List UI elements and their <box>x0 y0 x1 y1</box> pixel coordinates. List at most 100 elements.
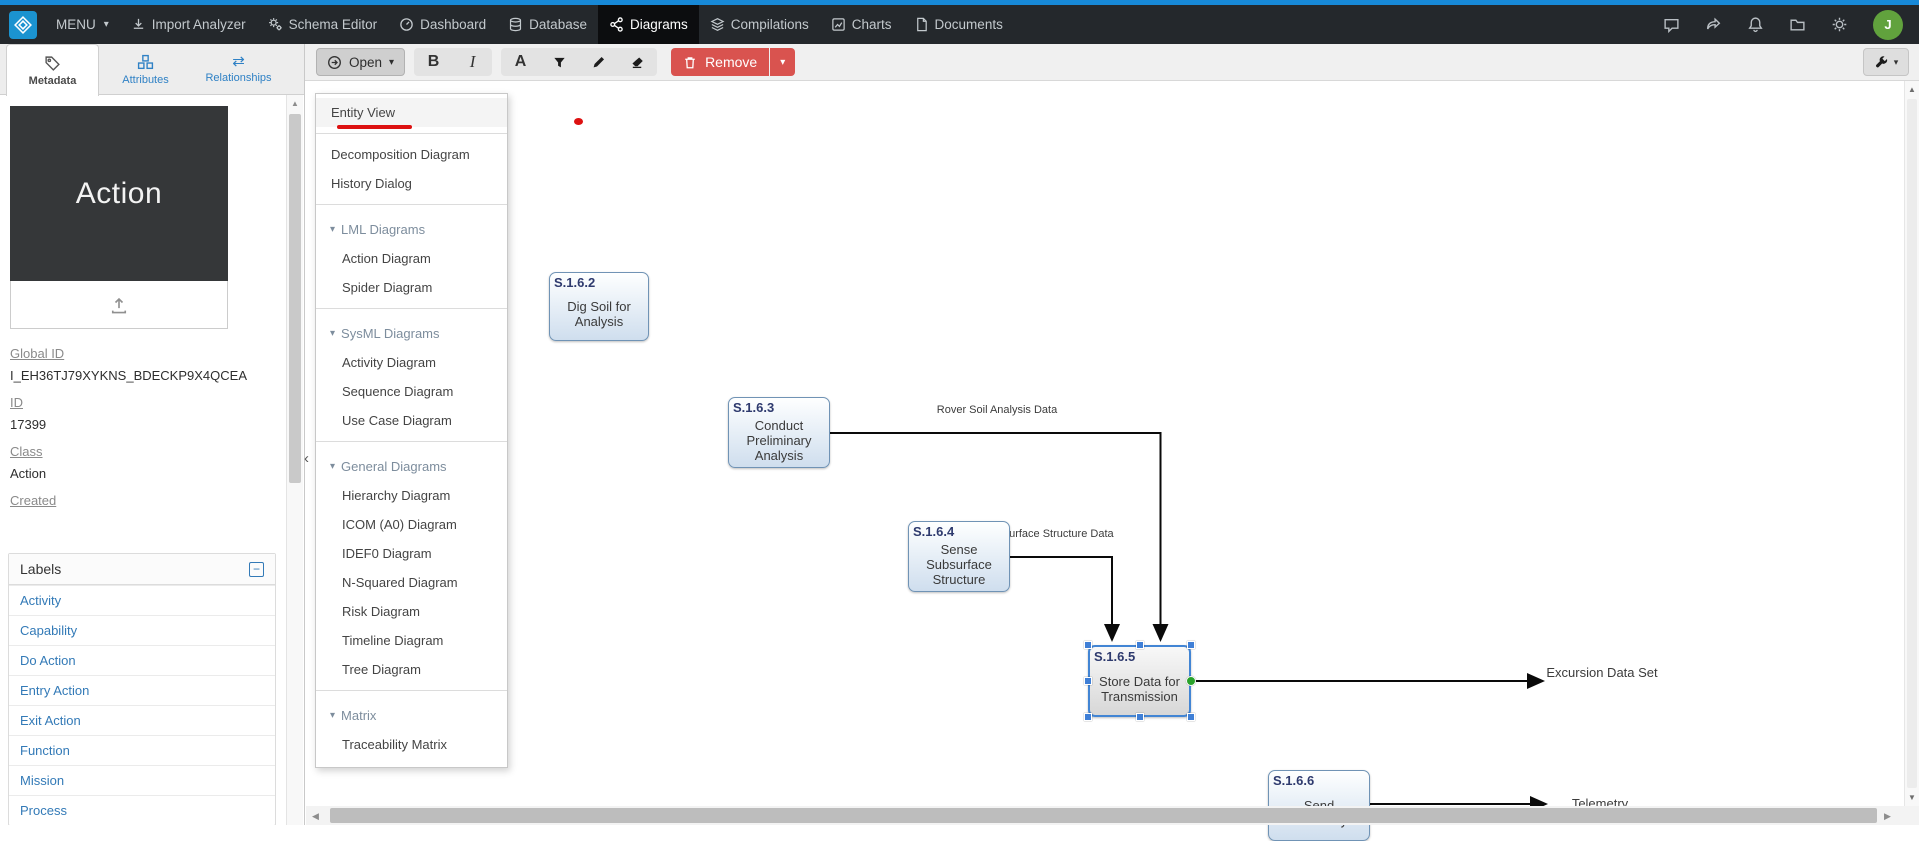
label-item-mission[interactable]: Mission <box>9 765 275 795</box>
sidebar-tabstrip: Metadata Attributes ⇄ Relationships <box>0 44 304 95</box>
scroll-right-icon[interactable]: ▶ <box>1884 811 1891 822</box>
menu-item-hierarchy-diagram[interactable]: Hierarchy Diagram <box>316 481 507 510</box>
bell-icon[interactable] <box>1747 16 1764 33</box>
resize-handle[interactable] <box>1084 713 1092 721</box>
erase-button[interactable] <box>618 48 657 76</box>
menu-item-use-case-diagram[interactable]: Use Case Diagram <box>316 406 507 435</box>
sidebar-scrollbar-thumb[interactable] <box>289 114 301 483</box>
collapse-minus-icon[interactable]: − <box>249 562 264 577</box>
action-node-selected[interactable]: S.1.6.5 Store Data for Transmission <box>1088 645 1191 717</box>
sidebar-collapse-handle[interactable]: ‹ <box>300 444 313 472</box>
horizontal-scrollbar-thumb[interactable] <box>330 808 1877 823</box>
nav-charts-label: Charts <box>852 17 892 32</box>
label-item-capability[interactable]: Capability <box>9 615 275 645</box>
eraser-icon <box>630 55 645 70</box>
diagram-settings-button[interactable]: ▾ <box>1863 48 1909 76</box>
gear-icon[interactable] <box>1831 16 1848 33</box>
resize-handle[interactable] <box>1187 641 1195 649</box>
node-name: Dig Soil for Analysis <box>554 290 644 338</box>
scroll-down-icon[interactable]: ▼ <box>1905 793 1919 802</box>
scroll-up-icon[interactable]: ▲ <box>287 99 303 108</box>
connector-handle[interactable] <box>1186 676 1196 686</box>
label-item-entry-action[interactable]: Entry Action <box>9 675 275 705</box>
resize-handle[interactable] <box>1084 677 1092 685</box>
nav-schema-editor[interactable]: Schema Editor <box>257 5 389 44</box>
nav-charts[interactable]: Charts <box>820 5 903 44</box>
field-label-global-id[interactable]: Global ID <box>10 346 282 361</box>
font-color-button[interactable]: A <box>501 48 540 76</box>
app-logo[interactable] <box>9 11 37 39</box>
menu-item-action-diagram[interactable]: Action Diagram <box>316 244 507 273</box>
nav-import-analyzer[interactable]: Import Analyzer <box>120 5 257 44</box>
menu-section-sysml-diagrams[interactable]: ▾ SysML Diagrams <box>316 319 507 348</box>
action-node[interactable]: S.1.6.4 Sense Subsurface Structure <box>908 521 1010 592</box>
draw-button[interactable] <box>579 48 618 76</box>
resize-handle[interactable] <box>1084 641 1092 649</box>
remove-dropdown-caret[interactable]: ▾ <box>770 48 795 76</box>
field-label-id[interactable]: ID <box>10 395 282 410</box>
comment-icon[interactable] <box>1663 16 1680 33</box>
filter-button[interactable] <box>540 48 579 76</box>
open-button[interactable]: Open ▾ <box>316 48 405 76</box>
folder-icon[interactable] <box>1789 16 1806 33</box>
tab-relationships[interactable]: ⇄ Relationships <box>192 44 285 95</box>
nav-database[interactable]: Database <box>497 5 598 44</box>
annotation-dot <box>574 118 583 125</box>
diamond-logo-icon <box>14 16 32 34</box>
bold-button[interactable]: B <box>414 48 453 76</box>
chevron-down-icon: ▾ <box>330 328 335 339</box>
label-item-process[interactable]: Process <box>9 795 275 825</box>
action-node[interactable]: S.1.6.2 Dig Soil for Analysis <box>549 272 649 341</box>
label-item-exit-action[interactable]: Exit Action <box>9 705 275 735</box>
menu-item-idef0-diagram[interactable]: IDEF0 Diagram <box>316 539 507 568</box>
nav-compilations[interactable]: Compilations <box>699 5 820 44</box>
italic-button[interactable]: I <box>453 48 492 76</box>
labels-panel-header: Labels − <box>9 554 275 585</box>
field-label-created[interactable]: Created <box>10 493 282 508</box>
tab-metadata[interactable]: Metadata <box>6 44 99 96</box>
nav-menu-button[interactable]: MENU ▾ <box>45 5 120 44</box>
menu-section-lml-diagrams[interactable]: ▾ LML Diagrams <box>316 215 507 244</box>
canvas-vertical-scrollbar[interactable]: ▲ ▼ <box>1904 81 1919 806</box>
scroll-left-icon[interactable]: ◀ <box>312 811 319 822</box>
field-label-class[interactable]: Class <box>10 444 282 459</box>
tab-attributes[interactable]: Attributes <box>99 44 192 95</box>
nav-dashboard-label: Dashboard <box>420 17 486 32</box>
scroll-up-icon[interactable]: ▲ <box>1905 85 1919 94</box>
canvas-horizontal-scrollbar[interactable]: ◀ ▶ <box>306 806 1904 825</box>
menu-section-matrix[interactable]: ▾ Matrix <box>316 701 507 730</box>
menu-section-general-diagrams[interactable]: ▾ General Diagrams <box>316 452 507 481</box>
menu-item-tree-diagram[interactable]: Tree Diagram <box>316 655 507 684</box>
nav-dashboard[interactable]: Dashboard <box>388 5 497 44</box>
share-icon[interactable] <box>1705 16 1722 33</box>
action-node[interactable]: S.1.6.3 Conduct Preliminary Analysis <box>728 397 830 468</box>
nav-diagrams[interactable]: Diagrams <box>598 5 699 44</box>
user-avatar[interactable]: J <box>1873 10 1903 40</box>
open-dropdown-menu: Entity View Decomposition Diagram Histor… <box>315 93 508 768</box>
menu-item-activity-diagram[interactable]: Activity Diagram <box>316 348 507 377</box>
menu-item-entity-view[interactable]: Entity View <box>316 98 507 127</box>
menu-item-sequence-diagram[interactable]: Sequence Diagram <box>316 377 507 406</box>
resize-handle[interactable] <box>1136 641 1144 649</box>
menu-item-history-dialog[interactable]: History Dialog <box>316 169 507 198</box>
resize-handle[interactable] <box>1187 713 1195 721</box>
image-upload-area[interactable] <box>10 281 228 329</box>
menu-item-risk-diagram[interactable]: Risk Diagram <box>316 597 507 626</box>
remove-button[interactable]: Remove <box>671 48 769 76</box>
chevron-down-icon: ▾ <box>330 224 335 235</box>
nav-database-label: Database <box>529 17 587 32</box>
tab-metadata-label: Metadata <box>29 75 77 87</box>
label-item-activity[interactable]: Activity <box>9 585 275 615</box>
nav-documents[interactable]: Documents <box>903 5 1014 44</box>
menu-item-icom-a0-diagram[interactable]: ICOM (A0) Diagram <box>316 510 507 539</box>
navbar-right-icons: J <box>1663 10 1903 40</box>
menu-item-traceability-matrix[interactable]: Traceability Matrix <box>316 730 507 759</box>
menu-item-timeline-diagram[interactable]: Timeline Diagram <box>316 626 507 655</box>
resize-handle[interactable] <box>1136 713 1144 721</box>
vertical-scrollbar-thumb[interactable] <box>1907 99 1917 788</box>
menu-item-n-squared-diagram[interactable]: N-Squared Diagram <box>316 568 507 597</box>
label-item-function[interactable]: Function <box>9 735 275 765</box>
menu-item-spider-diagram[interactable]: Spider Diagram <box>316 273 507 302</box>
label-item-do-action[interactable]: Do Action <box>9 645 275 675</box>
menu-item-decomposition-diagram[interactable]: Decomposition Diagram <box>316 140 507 169</box>
